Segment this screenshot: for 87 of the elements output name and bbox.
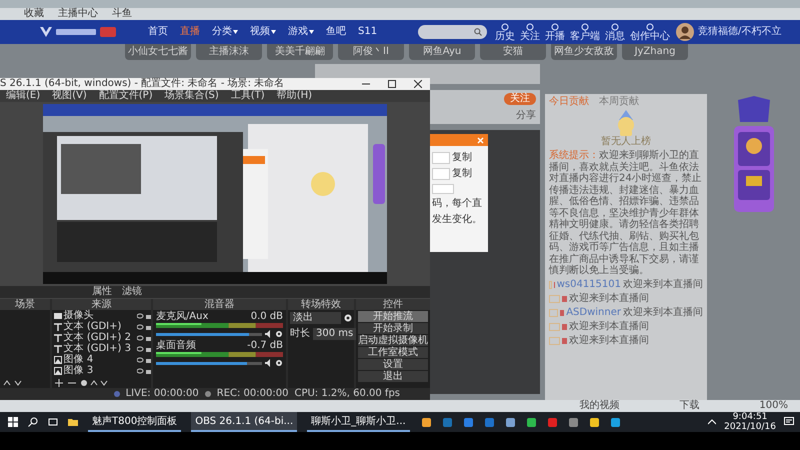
tool-label: 创作中心 (630, 30, 670, 42)
panel-title: 混音器 (152, 299, 286, 310)
streamer-button[interactable]: 美美千翩翩 (267, 44, 333, 60)
control-button[interactable]: 开始录制 (358, 323, 428, 334)
streamer-button[interactable]: 安猫 (480, 44, 546, 60)
channel-name: 桌面音频 (156, 340, 196, 352)
streamer-button[interactable]: JyZhang (622, 44, 688, 60)
control-button[interactable]: 退出 (358, 371, 428, 382)
streamer-button[interactable]: 主播沫沫 (196, 44, 262, 60)
control-button[interactable]: 开始推流 (358, 311, 428, 322)
nav-link[interactable]: 直播 (180, 26, 200, 38)
user-name[interactable]: 竞猜福德/不朽不立 (698, 26, 782, 38)
source-name[interactable]: 图像 4 (64, 354, 135, 365)
channel-reading: -0.7 dB (247, 340, 283, 352)
menu-item[interactable]: 帮助(H) (276, 90, 312, 102)
panel-title: 场景 (0, 299, 50, 310)
menu-item[interactable]: 编辑(E) (6, 90, 40, 102)
dock-tab[interactable]: 属性 (92, 286, 112, 298)
header-tool[interactable]: 关注 (520, 22, 540, 42)
header-tool[interactable]: 历史 (495, 22, 515, 42)
source-name[interactable]: 文本 (GDI+) 3 (64, 343, 135, 354)
streamer-button[interactable]: 网鱼Ayu (409, 44, 475, 60)
dialog-text: 发生变化。 (432, 214, 483, 226)
control-button[interactable]: 工作室模式 (358, 347, 428, 358)
header-tool[interactable]: 消息 (605, 22, 625, 42)
chat-message: 欢迎来到本直播间 (569, 334, 649, 346)
transition-select[interactable]: 淡出 (290, 312, 341, 324)
window-title: S 26.1.1 (64-bit, windows) - 配置文件: 未命名 - 场景: 未命名 (0, 78, 284, 90)
follow-button[interactable]: 关注 (504, 92, 536, 104)
clock[interactable]: 9:04:51 2021/10/16 (724, 412, 776, 432)
dialog-text: 码，每个直 (432, 198, 483, 210)
channel-reading: 0.0 dB (250, 311, 283, 323)
menu-item[interactable]: 配置文件(P) (98, 90, 153, 102)
nav-link[interactable]: 游戏 (288, 26, 314, 38)
source-name[interactable]: 图像 3 (64, 365, 135, 376)
bookmark[interactable]: 斗鱼 (112, 8, 132, 20)
source-name[interactable]: 文本 (GDI+) (64, 321, 135, 332)
system-notice: 系统提示：欢迎来到聊斯小卫的直播间，喜欢就点关注吧。斗鱼依法对直播内容进行24小时巡查，禁止传播违法违规、封建迷信、暴力血腥、低俗色情、招嫖诈骗、违禁品等不良信息，坚决维护青少年群体精神文明健康。请勿轻信各类招聘征婚、代练代抽、刷钻、购买礼包码、游戏币等广告信息，且如主播在推广商品中诱导私下交易，请谨慎判断以免上当受骗。 (549, 150, 703, 276)
channel-name: 麦克风/Aux (156, 311, 208, 323)
source-name[interactable]: 文本 (GDI+) 2 (64, 332, 135, 343)
cpu-fps: CPU: 1.2%, 60.00 fps (294, 388, 400, 400)
menu-item[interactable]: 场景集合(S) (164, 90, 219, 102)
control-button[interactable]: 设置 (358, 359, 428, 370)
header-tool[interactable]: 开播 (545, 22, 565, 42)
live-time: LIVE: 00:00:00 (126, 388, 199, 400)
panel-title: 转场特效 (288, 299, 354, 310)
nav-link[interactable]: S11 (358, 26, 378, 38)
copy-button[interactable]: 复制 (452, 152, 472, 164)
duration-field[interactable]: 300 ms (313, 328, 356, 340)
streamer-button[interactable]: 小仙女七七酱 (125, 44, 191, 60)
copy-button[interactable]: 复制 (452, 168, 472, 180)
empty-rank-text: 暂无人上榜 (601, 136, 651, 148)
streamer-button[interactable]: 网鱼少女敌敌 (551, 44, 617, 60)
my-videos-link[interactable]: 我的视频 (579, 400, 620, 412)
streamer-button[interactable]: 阿俊丶II (338, 44, 404, 60)
zoom-level[interactable]: 100% (759, 400, 788, 412)
taskbar-app[interactable]: 魅声T800控制面板 (88, 412, 182, 432)
chat-message: 欢迎来到本直播间 (569, 292, 649, 304)
duration-label: 时长 (290, 328, 310, 340)
header-tool[interactable]: 客户端 (570, 22, 600, 42)
chat-message: 欢迎来到本直播间 (623, 306, 703, 318)
panel-title: 控件 (356, 299, 430, 310)
tool-label: 客户端 (570, 30, 600, 42)
chat-message: 欢迎来到本直播间 (569, 320, 649, 332)
taskbar-app[interactable]: 聊斯小卫_聊斯小卫... (307, 412, 410, 432)
nav-link[interactable]: 视频 (250, 26, 276, 38)
tool-label: 历史 (495, 30, 515, 42)
header-tool[interactable]: 创作中心 (630, 22, 670, 42)
nav-link[interactable]: 首页 (148, 26, 168, 38)
tool-label: 开播 (545, 30, 565, 42)
bookmark[interactable]: 主播中心 (58, 8, 98, 20)
bookmark[interactable]: 收藏 (24, 8, 44, 20)
dock-tab[interactable]: 滤镜 (122, 286, 142, 298)
share-link[interactable]: 分享 (516, 110, 536, 122)
nav-link[interactable]: 鱼吧 (326, 26, 346, 38)
tool-label: 关注 (520, 30, 540, 42)
download-link[interactable]: 下载 (679, 400, 700, 412)
panel-title: 来源 (52, 299, 151, 310)
rec-time: REC: 00:00:00 (216, 388, 288, 400)
nav-link[interactable]: 分类 (212, 26, 238, 38)
control-button[interactable]: 启动虚拟摄像机 (358, 335, 428, 346)
tool-label: 消息 (605, 30, 625, 42)
chat-message: 欢迎来到本直播间 (623, 278, 703, 290)
source-name[interactable]: 摄像头 (64, 310, 135, 321)
menu-item[interactable]: 视图(V) (52, 90, 87, 102)
taskbar-app[interactable]: OBS 26.1.1 (64-bi... (191, 412, 298, 432)
menu-item[interactable]: 工具(T) (230, 90, 265, 102)
